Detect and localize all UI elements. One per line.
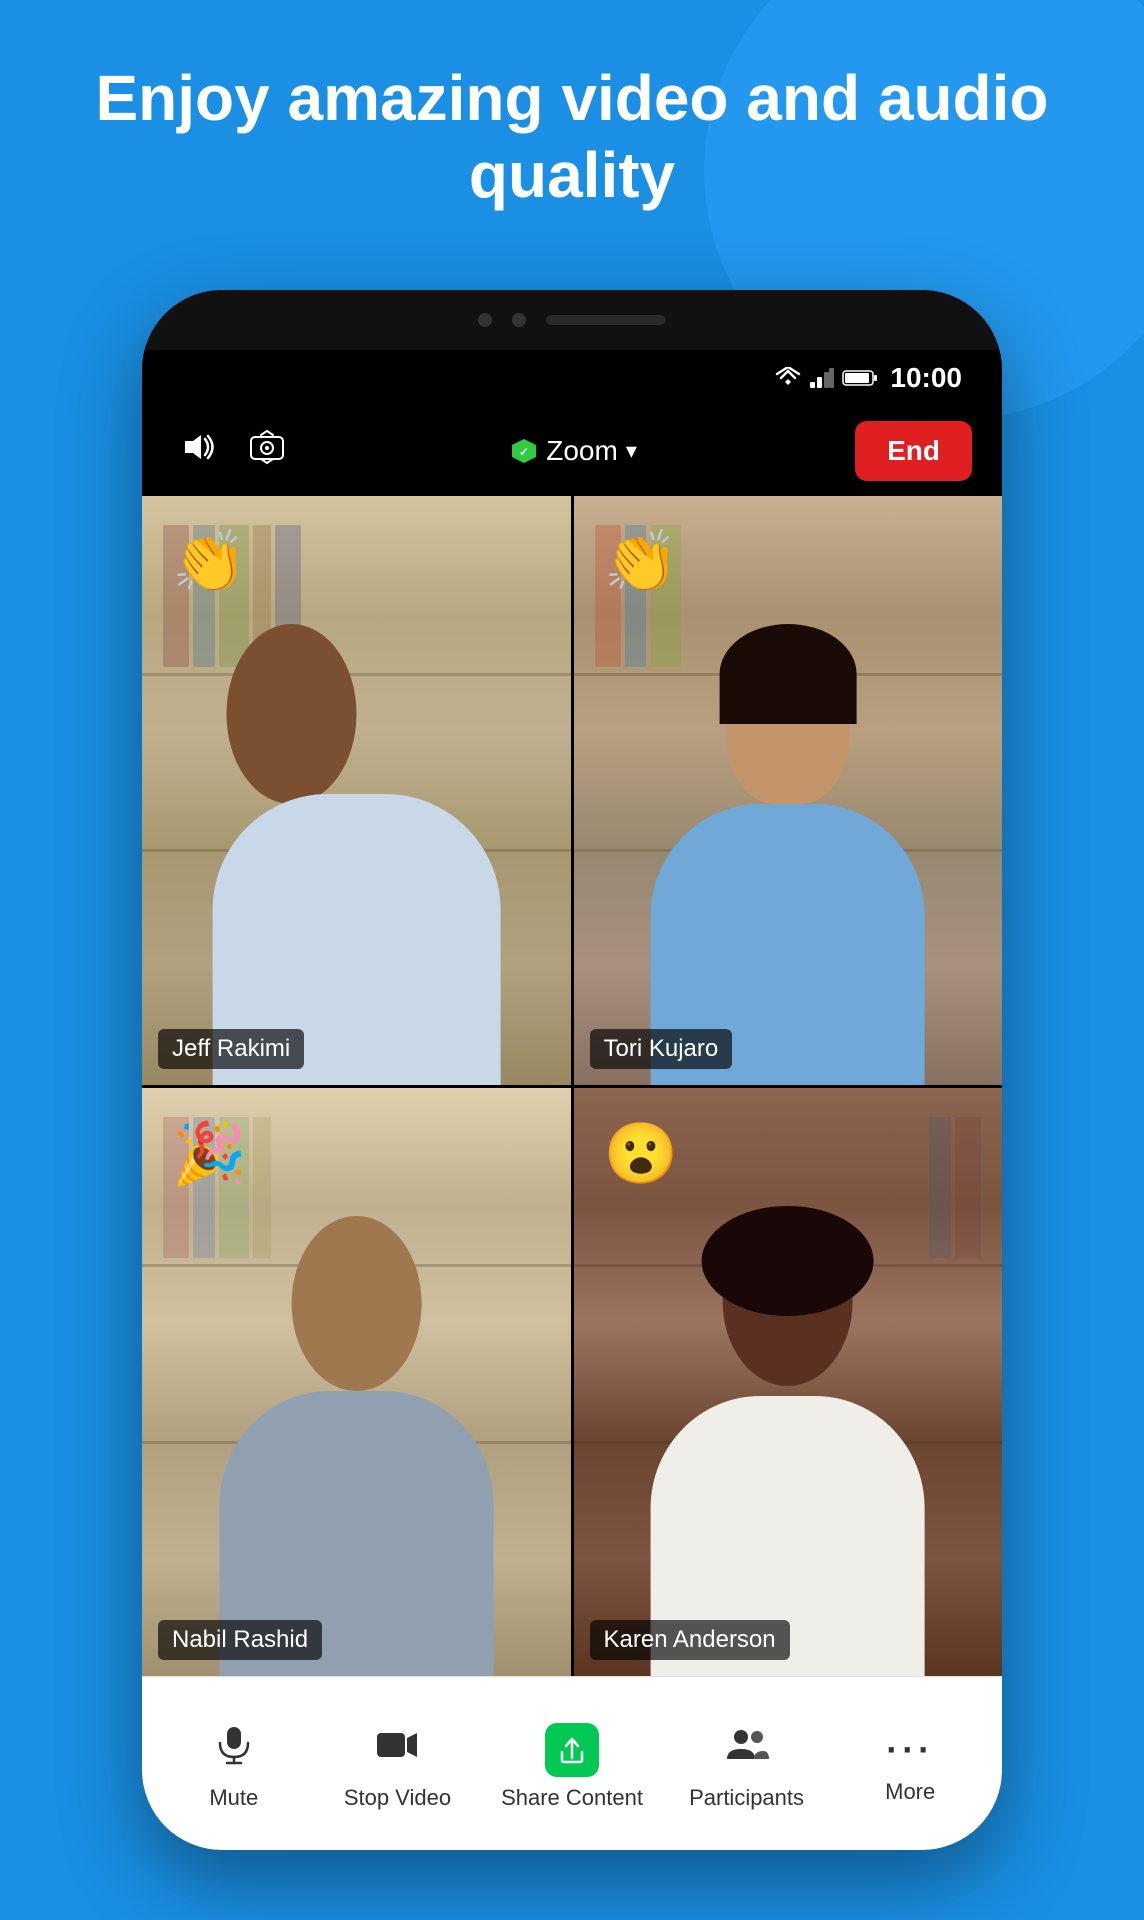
speaker-icon[interactable] — [172, 429, 222, 473]
video-cell-nabil: 🎉 Nabil Rashid — [142, 1088, 571, 1677]
wifi-icon — [774, 367, 802, 389]
svg-text:✓: ✓ — [519, 445, 529, 459]
video-grid: 👏 Jeff Rakimi 👏 Tori K — [142, 496, 1002, 1676]
zoom-chevron-icon: ▾ — [626, 438, 637, 464]
video-cell-karen: 😮 Karen Anderson — [574, 1088, 1003, 1677]
mute-icon — [212, 1723, 256, 1777]
hero-title: Enjoy amazing video and audio quality — [0, 60, 1144, 214]
meeting-controls-bar: ✓ Zoom ▾ End — [142, 406, 1002, 496]
more-dots-icon: ··· — [886, 1729, 934, 1771]
camera-dot-2 — [512, 313, 526, 327]
share-icon — [545, 1723, 599, 1777]
share-content-label: Share Content — [501, 1785, 643, 1811]
participants-button[interactable]: Participants — [687, 1723, 807, 1811]
mute-label: Mute — [209, 1785, 258, 1811]
stop-video-label: Stop Video — [344, 1785, 451, 1811]
phone-device: 10:00 ✓ Zoom — [142, 290, 1002, 1850]
tori-emoji: 👏 — [604, 526, 679, 597]
mute-button[interactable]: Mute — [174, 1723, 294, 1811]
tori-nametag: Tori Kujaro — [590, 1029, 733, 1069]
signal-icon — [810, 368, 834, 388]
speaker-bar — [546, 315, 666, 325]
status-time: 10:00 — [890, 362, 962, 394]
more-button[interactable]: ··· More — [850, 1729, 970, 1805]
status-icons — [774, 367, 878, 389]
camera-dot-1 — [478, 313, 492, 327]
nabil-nametag: Nabil Rashid — [158, 1620, 322, 1660]
participants-label: Participants — [689, 1785, 804, 1811]
zoom-button[interactable]: ✓ Zoom ▾ — [510, 435, 637, 467]
bottom-toolbar: Mute Stop Video Share Content — [142, 1676, 1002, 1850]
zoom-shield-icon: ✓ — [510, 437, 538, 465]
share-content-button[interactable]: Share Content — [501, 1723, 643, 1811]
zoom-label: Zoom — [546, 435, 618, 467]
jeff-nametag: Jeff Rakimi — [158, 1029, 304, 1069]
video-cell-tori: 👏 Tori Kujaro — [574, 496, 1003, 1085]
stop-video-button[interactable]: Stop Video — [337, 1723, 457, 1811]
video-cell-jeff: 👏 Jeff Rakimi — [142, 496, 571, 1085]
phone-top-bar — [142, 290, 1002, 350]
nabil-emoji: 🎉 — [172, 1118, 247, 1189]
video-icon — [375, 1723, 419, 1777]
jeff-emoji: 👏 — [172, 526, 247, 597]
more-label: More — [885, 1779, 935, 1805]
camera-flip-icon[interactable] — [242, 429, 292, 473]
status-bar: 10:00 — [142, 350, 1002, 406]
end-button[interactable]: End — [855, 421, 972, 481]
battery-icon — [842, 369, 878, 387]
participants-icon — [725, 1723, 769, 1777]
karen-emoji: 😮 — [604, 1118, 679, 1189]
karen-nametag: Karen Anderson — [590, 1620, 790, 1660]
